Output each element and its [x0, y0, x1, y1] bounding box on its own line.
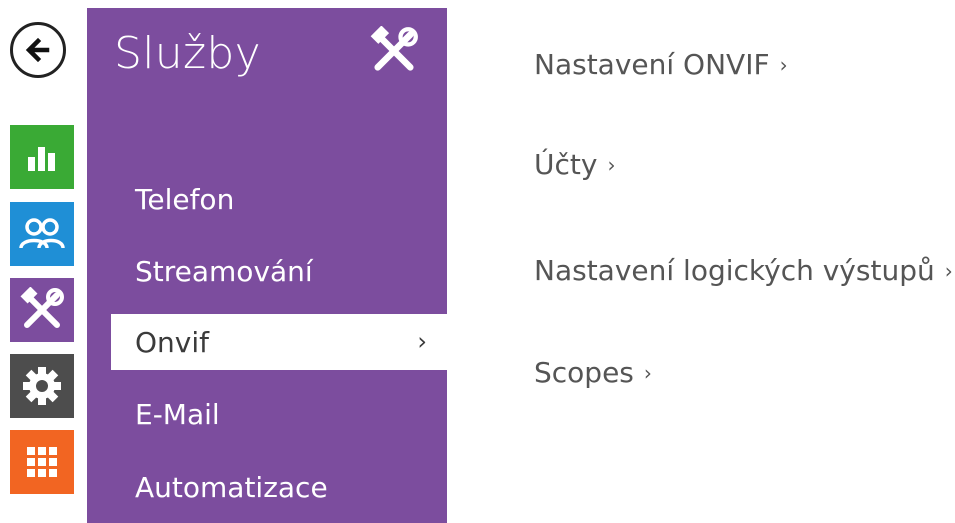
rail-item-services[interactable] — [10, 278, 74, 342]
link-label: Nastavení ONVIF — [534, 48, 770, 81]
back-button[interactable] — [10, 22, 66, 78]
link-ucty[interactable]: Účty › — [534, 148, 615, 181]
menu-item-onvif[interactable]: Onvif › — [111, 314, 447, 370]
menu-item-streamovani[interactable]: Streamování — [111, 243, 447, 299]
link-label: Nastavení logických výstupů — [534, 254, 935, 287]
link-label: Účty — [534, 148, 598, 181]
menu-item-label: Streamování — [135, 254, 313, 288]
rail-item-status[interactable] — [10, 125, 74, 189]
link-label: Scopes — [534, 356, 634, 389]
bar-chart-icon — [28, 147, 55, 171]
chevron-right-icon: › — [417, 327, 427, 356]
chevron-right-icon: › — [607, 152, 616, 177]
chevron-right-icon: › — [779, 52, 788, 77]
menu-item-telefon[interactable]: Telefon — [111, 171, 447, 227]
services-menu-panel: Služby Telefon Streamování Onvif › E-Mai… — [87, 8, 447, 523]
link-nastaveni-onvif[interactable]: Nastavení ONVIF › — [534, 48, 788, 81]
menu-item-label: Onvif — [135, 325, 209, 359]
rail-item-settings[interactable] — [10, 354, 74, 418]
tools-icon — [370, 25, 418, 71]
menu-title: Služby — [114, 28, 261, 79]
chevron-right-icon: › — [643, 360, 652, 385]
menu-item-automatizace[interactable]: Automatizace — [111, 459, 447, 515]
link-nastaveni-logickych-vystupu[interactable]: Nastavení logických výstupů › — [534, 254, 953, 287]
menu-item-label: Telefon — [135, 182, 235, 216]
tools-icon — [20, 287, 64, 328]
grid-icon — [27, 447, 57, 477]
menu-item-label: E-Mail — [135, 397, 220, 431]
rail-item-directory[interactable] — [10, 202, 74, 266]
menu-item-email[interactable]: E-Mail — [111, 386, 447, 442]
link-scopes[interactable]: Scopes › — [534, 356, 652, 389]
app-root: Služby Telefon Streamování Onvif › E-Mai… — [0, 0, 955, 523]
users-icon — [19, 218, 65, 249]
rail-item-apps[interactable] — [10, 430, 74, 494]
menu-title-icon-wrap — [369, 25, 419, 80]
back-arrow-icon — [25, 37, 50, 63]
chevron-right-icon: › — [944, 258, 953, 283]
menu-item-label: Automatizace — [135, 470, 328, 504]
gear-icon — [23, 367, 61, 405]
